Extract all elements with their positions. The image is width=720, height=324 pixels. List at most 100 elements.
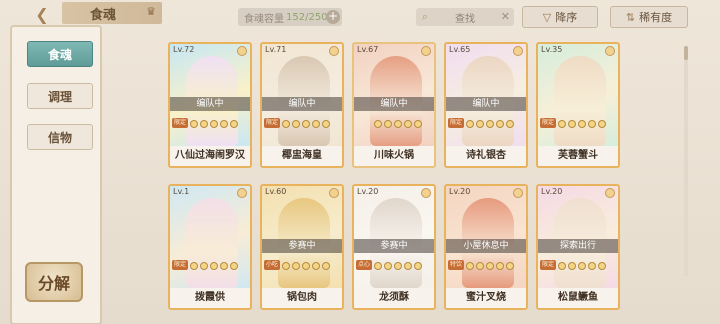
food-soul-card[interactable]: Lv.67 编队中 川味火锅 [352,42,436,168]
star-icon [466,120,474,128]
star-icon [322,120,330,128]
food-soul-card[interactable]: Lv.71 编队中 限定 椰盅海皇 [260,42,344,168]
star-icon [394,262,402,270]
sort-desc-button[interactable]: ▽ 降序 [522,6,598,28]
card-badge: 小吃 [264,260,280,270]
star-icon [506,262,514,270]
sort-rarity-button[interactable]: ⇅ 稀有度 [610,6,688,28]
favorite-icon [237,188,247,198]
food-soul-card[interactable]: Lv.1 限定 拨霞供 [168,184,252,310]
star-icon [558,120,566,128]
card-portrait [446,186,526,290]
card-level: Lv.60 [265,187,287,196]
add-capacity-button[interactable]: + [326,10,340,24]
back-arrow-icon[interactable]: ❮ [22,3,62,25]
star-icon [302,262,310,270]
favorite-icon [605,46,615,56]
food-soul-card[interactable]: Lv.20 参赛中点心龙须酥 [352,184,436,310]
scrollbar[interactable] [684,46,688,276]
star-rating [466,262,514,270]
star-icon [598,120,606,128]
star-icon [292,262,300,270]
card-portrait [538,186,618,290]
card-level: Lv.20 [541,187,563,196]
sort-desc-label: 降序 [555,11,578,24]
star-icon [200,120,208,128]
star-icon [190,120,198,128]
card-badge: 限定 [172,260,188,270]
star-icon [312,262,320,270]
star-rating [190,262,238,270]
star-rating [466,120,514,128]
card-name: 八仙过海闹罗汉 [170,146,250,166]
star-rating [374,120,422,128]
food-soul-card[interactable]: Lv.72 编队中 限定 八仙过海闹罗汉 [168,42,252,168]
card-name: 芙蓉蟹斗 [538,146,618,166]
food-soul-card[interactable]: Lv.65 编队中 限定 诗礼银杏 [444,42,528,168]
card-name: 锅包肉 [262,288,342,308]
card-status: 小屋休息中 [446,239,526,253]
card-level: Lv.65 [449,45,471,54]
star-rating [282,120,330,128]
star-icon [374,262,382,270]
card-name: 龙须酥 [354,288,434,308]
food-soul-card[interactable]: Lv.20 小屋休息中 特饮 蜜汁叉烧 [444,184,528,310]
star-icon [414,120,422,128]
tab-cooking[interactable]: 调理 [27,83,93,109]
capacity-value: 152/250 [286,11,328,23]
food-soul-card[interactable]: Lv.20 探索出行 限定 松鼠鳜鱼 [536,184,620,310]
card-portrait [538,44,618,148]
favorite-icon [421,46,431,56]
star-icon [578,262,586,270]
search-icon: ⌕ [422,10,429,23]
star-icon [384,262,392,270]
capacity-label: 食魂容量 [244,13,284,25]
close-icon[interactable]: ✕ [501,10,510,23]
card-portrait [354,44,434,148]
scrollbar-thumb[interactable] [684,46,688,60]
card-badge: 点心 [356,260,372,270]
star-icon [384,120,392,128]
star-icon [496,120,504,128]
star-icon [230,262,238,270]
decompose-label: 分解 [37,274,70,293]
tab-keepsake[interactable]: 信物 [27,124,93,150]
star-icon [210,262,218,270]
card-level: Lv.1 [173,187,190,196]
favorite-icon [237,46,247,56]
food-soul-card[interactable]: Lv.60 参赛中 小吃 锅包肉 [260,184,344,310]
card-status: 编队中 [262,97,342,111]
star-icon [312,120,320,128]
card-badge: 限定 [540,260,556,270]
card-status: 探索出行 [538,239,618,253]
star-icon [220,262,228,270]
card-portrait [446,44,526,148]
star-icon [588,120,596,128]
star-icon [230,120,238,128]
star-icon [568,262,576,270]
card-portrait [170,44,250,148]
card-level: Lv.20 [449,187,471,196]
card-level: Lv.35 [541,45,563,54]
search-input[interactable]: ⌕ 查找 ✕ [416,8,514,26]
card-name: 蜜汁叉烧 [446,288,526,308]
page-title: 食魂 ♛ [62,2,162,24]
decompose-button[interactable]: 分解 [25,262,83,302]
card-badge: 限定 [540,118,556,128]
tab-food-soul[interactable]: 食魂 [27,41,93,67]
card-level: Lv.67 [357,45,379,54]
card-level: Lv.20 [357,187,379,196]
card-portrait [262,186,342,290]
card-name: 诗礼银杏 [446,146,526,166]
star-rating [558,120,606,128]
card-portrait [354,186,434,290]
card-status: 参赛中 [354,239,434,253]
food-soul-card[interactable]: Lv.35 限定芙蓉蟹斗 [536,42,620,168]
card-name: 川味火锅 [354,146,434,166]
star-icon [200,262,208,270]
star-icon [598,262,606,270]
card-status: 编队中 [446,97,526,111]
star-icon [404,120,412,128]
star-icon [496,262,504,270]
card-grid: Lv.72 编队中 限定 八仙过海闹罗汉 Lv.71 编队中 限定 椰盅海皇 Lv.67 编队中川… [168,42,678,324]
